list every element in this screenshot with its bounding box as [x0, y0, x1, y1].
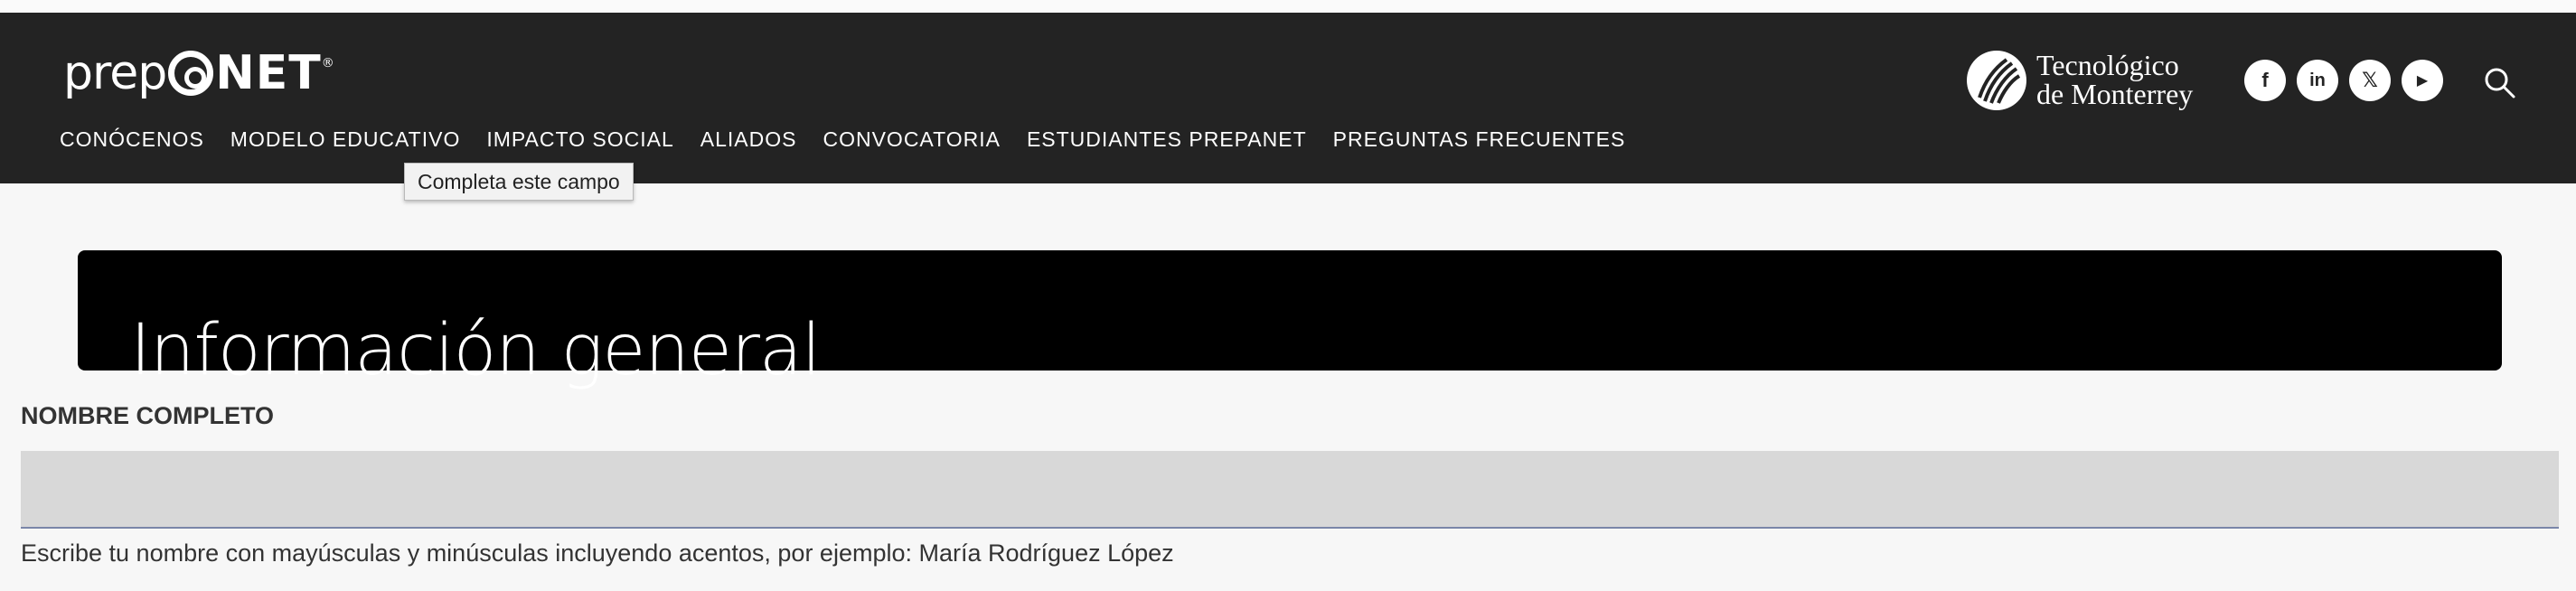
- nav-item-aliados[interactable]: ALIADOS: [700, 127, 797, 152]
- logo-text-prep: prep: [63, 46, 167, 100]
- x-twitter-icon[interactable]: 𝕏: [2349, 60, 2391, 101]
- search-icon[interactable]: [2482, 65, 2518, 101]
- validation-tooltip: Completa este campo: [404, 163, 634, 201]
- logo-registered-mark: ®: [321, 56, 334, 70]
- tec-monterrey-name: Tecnológico de Monterrey: [2036, 51, 2193, 108]
- logo-at-icon: [168, 51, 214, 96]
- top-strip: [0, 0, 2576, 13]
- youtube-icon[interactable]: ▶: [2402, 60, 2443, 101]
- tec-emblem-icon: [1967, 51, 2026, 110]
- nav-item-preguntas-frecuentes[interactable]: PREGUNTAS FRECUENTES: [1333, 127, 1626, 152]
- full-name-label: NOMBRE COMPLETO: [21, 402, 275, 429]
- section-banner: Información general: [78, 250, 2502, 391]
- facebook-icon[interactable]: f: [2244, 60, 2286, 101]
- full-name-input[interactable]: [21, 451, 2559, 529]
- tec-name-line2: de Monterrey: [2036, 78, 2194, 110]
- nav-item-estudiantes-prepanet[interactable]: ESTUDIANTES PREPANET: [1027, 127, 1307, 152]
- logo-text-net: NET: [215, 46, 322, 100]
- main-nav: CONÓCENOS MODELO EDUCATIVO IMPACTO SOCIA…: [60, 127, 1651, 152]
- prepanet-logo[interactable]: prep NET ®: [63, 43, 334, 107]
- nav-item-convocatoria[interactable]: CONVOCATORIA: [823, 127, 1000, 152]
- nav-item-impacto-social[interactable]: IMPACTO SOCIAL: [486, 127, 673, 152]
- linkedin-icon[interactable]: in: [2297, 60, 2338, 101]
- full-name-helper-text: Escribe tu nombre con mayúsculas y minús…: [21, 539, 1174, 567]
- nav-item-conocenos[interactable]: CONÓCENOS: [60, 127, 204, 152]
- site-header: prep NET ® CONÓCENOS MODELO EDUCATIVO IM…: [0, 13, 2576, 183]
- tec-name-line1: Tecnológico: [2036, 49, 2179, 81]
- nav-item-modelo-educativo[interactable]: MODELO EDUCATIVO: [230, 127, 461, 152]
- page-title: Información general: [130, 310, 821, 392]
